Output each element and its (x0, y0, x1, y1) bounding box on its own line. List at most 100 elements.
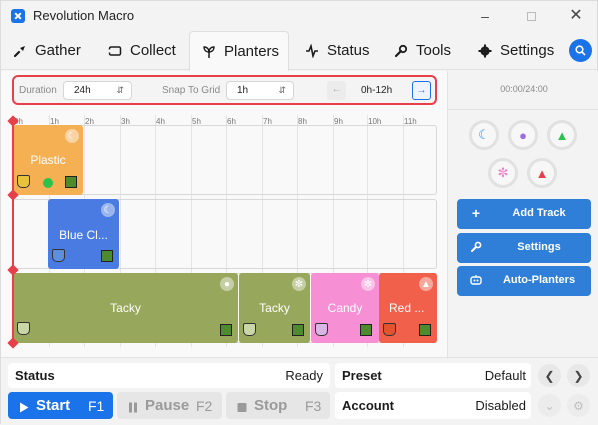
app-window: Revolution Macro – ✕ Gather Collect Plan… (0, 0, 598, 425)
seed-icon (65, 176, 77, 188)
planters-panel: Duration 24h ⇵ Snap To Grid 1h ⇵ ← 0h-12… (1, 71, 447, 357)
planter-block-label: Tacky (259, 301, 290, 315)
bulb-icon[interactable]: ● (508, 120, 538, 150)
maximize-button[interactable] (521, 6, 541, 26)
app-title: Revolution Macro (33, 8, 135, 23)
tab-planters[interactable]: Planters (189, 31, 289, 71)
duration-label: Duration (19, 85, 57, 96)
robot-icon (469, 273, 483, 287)
account-title: Account (342, 398, 394, 413)
tab-tools-label: Tools (416, 42, 452, 59)
droplet-icon[interactable]: ▲ (547, 120, 577, 150)
planter-block[interactable]: Candy ✼ (311, 273, 379, 343)
updown-chevron-icon: ⇵ (116, 85, 124, 95)
ticket-icon (108, 45, 122, 56)
seed-icon (101, 250, 113, 262)
stop-button[interactable]: Stop F3 (226, 392, 330, 419)
stop-icon (237, 400, 247, 417)
tab-status[interactable]: Status (305, 31, 370, 70)
seed-icon (360, 324, 372, 336)
tab-status-label: Status (327, 42, 370, 59)
snap-value: 1h (237, 85, 249, 96)
settings-button[interactable]: Settings (457, 233, 591, 263)
planter-block[interactable]: Tacky ✼ (239, 273, 310, 343)
planter-block-label: Candy (327, 301, 363, 315)
play-icon (19, 400, 29, 417)
preset-box: Preset Default (335, 363, 531, 388)
planter-block-label: Red ... (389, 301, 425, 315)
preset-prev-button[interactable]: ❮ (538, 364, 561, 387)
swirl-icon[interactable]: ✼ (488, 158, 518, 188)
shovel-icon (13, 45, 25, 57)
wrench-icon (394, 44, 408, 57)
pot-icon (315, 323, 328, 336)
planter-block[interactable]: Tacky ● (13, 273, 238, 343)
pause-button[interactable]: Pause F2 (117, 392, 222, 419)
auto-planters-button[interactable]: Auto-Planters (457, 266, 591, 296)
preset-next-button[interactable]: ❯ (567, 364, 590, 387)
planter-block-label: Tacky (110, 301, 141, 315)
chevron-right-icon: ❯ (573, 368, 584, 383)
pulse-icon (306, 43, 318, 58)
next-range-button[interactable]: → (412, 81, 431, 100)
chevron-left-icon: ❮ (544, 368, 555, 383)
range-label: 0h-12h (361, 85, 393, 96)
start-label: Start (36, 397, 71, 414)
gear-icon: ⚙ (573, 398, 584, 413)
preset-title: Preset (342, 368, 382, 383)
tab-settings-label: Settings (500, 42, 555, 59)
preset-value[interactable]: Default (485, 368, 526, 383)
flame-icon: ▲ (419, 277, 433, 291)
close-button[interactable]: ✕ (566, 6, 586, 26)
planter-block[interactable]: Blue Cl... ☾ (48, 199, 119, 269)
arrow-right-icon: → (416, 85, 427, 96)
bottom-bar: Status Ready Preset Default ❮ ❯ Start F1… (1, 357, 598, 425)
seed-icon (220, 324, 232, 336)
auto-planters-label: Auto-Planters (502, 274, 576, 286)
arrow-left-icon: ← (331, 84, 342, 95)
gear-icon (478, 44, 492, 57)
duration-select[interactable]: 24h ⇵ (63, 81, 132, 100)
status-value: Ready (285, 368, 323, 383)
side-panel: 00:00/24:00 ☾ ● ▲ ✼ ▲ + Add Track Settin… (447, 71, 598, 357)
add-track-button[interactable]: + Add Track (457, 199, 591, 229)
main-nav: Gather Collect Planters Status Tools Set… (1, 31, 598, 71)
app-logo-icon (11, 9, 25, 23)
pot-icon (17, 322, 30, 335)
sprout-icon (203, 45, 215, 58)
duration-value: 24h (74, 85, 91, 96)
moon-icon: ☾ (65, 129, 79, 143)
status-box: Status Ready (8, 363, 330, 388)
search-button[interactable] (569, 39, 592, 62)
swirl-icon: ✼ (361, 277, 375, 291)
account-settings-button[interactable]: ⚙ (567, 394, 590, 417)
planter-block[interactable]: Plastic ☾ (13, 125, 83, 195)
tab-collect[interactable]: Collect (108, 31, 176, 70)
snap-label: Snap To Grid (162, 85, 221, 96)
stop-hotkey: F3 (305, 398, 322, 414)
title-bar: Revolution Macro – ✕ (1, 1, 598, 31)
moon-icon[interactable]: ☾ (469, 120, 499, 150)
tab-tools[interactable]: Tools (394, 31, 451, 70)
account-box: Account Disabled (335, 392, 531, 419)
tab-gather-label: Gather (35, 42, 81, 59)
minimize-button[interactable]: – (475, 6, 495, 26)
tab-settings[interactable]: Settings (478, 31, 554, 70)
planter-block[interactable]: Red ... ▲ (379, 273, 437, 343)
flame-icon[interactable]: ▲ (527, 158, 557, 188)
swirl-icon: ✼ (292, 277, 306, 291)
wrench-icon (469, 240, 483, 254)
prev-range-button[interactable]: ← (327, 81, 346, 100)
tab-gather[interactable]: Gather (13, 31, 81, 70)
account-value[interactable]: Disabled (475, 398, 526, 413)
start-button[interactable]: Start F1 (8, 392, 113, 419)
moon-icon: ☾ (101, 203, 115, 217)
account-dropdown-button[interactable]: ⌄ (538, 394, 561, 417)
start-hotkey: F1 (88, 398, 105, 414)
pot-icon (243, 323, 256, 336)
pause-hotkey: F2 (196, 398, 213, 414)
snap-select[interactable]: 1h ⇵ (226, 81, 294, 100)
seed-icon (292, 324, 304, 336)
pause-icon (128, 400, 138, 417)
timer-display: 00:00/24:00 (500, 84, 548, 94)
